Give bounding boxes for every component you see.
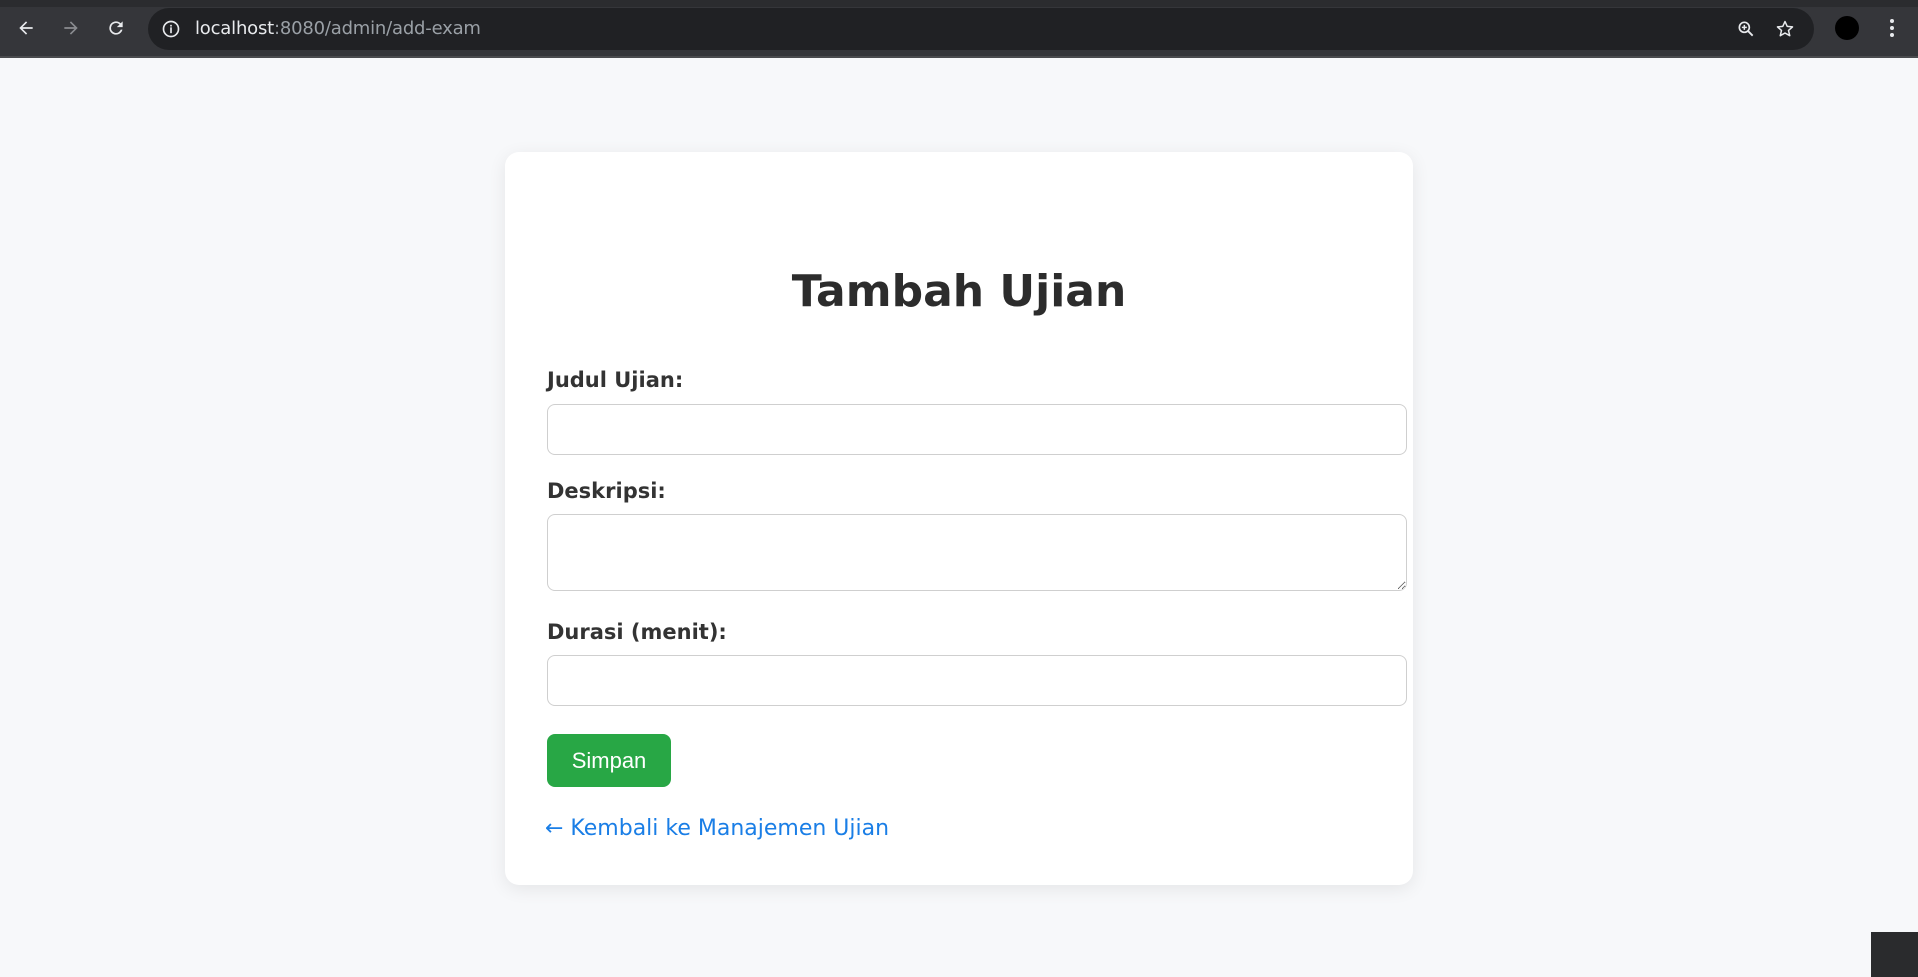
back-arrow-icon[interactable] (10, 12, 42, 44)
profile-avatar[interactable] (1835, 16, 1859, 40)
back-to-exam-management-link[interactable]: ← Kembali ke Manajemen Ujian (545, 816, 889, 841)
browser-toolbar: localhost:8080/admin/add-exam (0, 0, 1918, 56)
star-icon[interactable] (1774, 18, 1796, 40)
toolbar-divider (0, 56, 1918, 58)
tab-strip (0, 0, 1918, 7)
url-text[interactable]: localhost:8080/admin/add-exam (195, 8, 481, 50)
description-textarea[interactable] (547, 514, 1407, 591)
page-title: Tambah Ujian (791, 266, 1127, 317)
more-vert-icon[interactable] (1880, 14, 1904, 42)
forward-arrow-icon[interactable] (55, 12, 87, 44)
exam-title-input[interactable] (547, 404, 1407, 455)
duration-input[interactable] (547, 655, 1407, 706)
address-bar[interactable]: localhost:8080/admin/add-exam (148, 8, 1814, 50)
duration-label: Durasi (menit): (547, 620, 727, 644)
info-icon[interactable] (160, 18, 182, 40)
save-button[interactable]: Simpan (547, 734, 671, 787)
zoom-icon[interactable] (1735, 18, 1757, 40)
corner-overlay (1871, 932, 1918, 977)
url-path: :8080/admin/add-exam (274, 18, 481, 39)
reload-icon[interactable] (100, 12, 132, 44)
url-host: localhost (195, 18, 274, 39)
description-label: Deskripsi: (547, 479, 666, 503)
exam-title-label: Judul Ujian: (547, 368, 684, 392)
